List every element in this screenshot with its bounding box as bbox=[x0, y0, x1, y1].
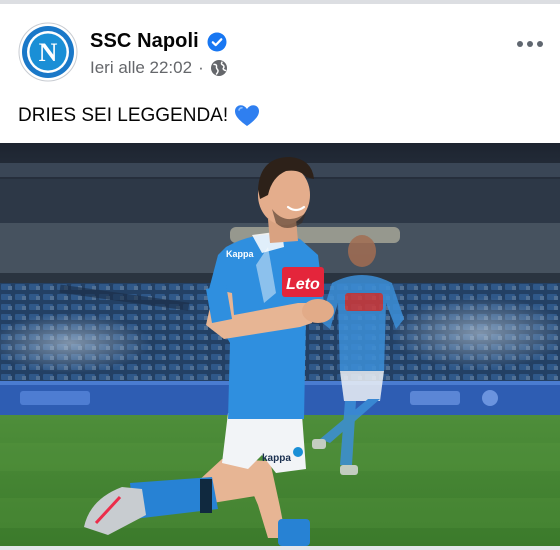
shirt-sponsor: Leto bbox=[286, 276, 320, 293]
more-options-button[interactable] bbox=[514, 34, 546, 54]
verified-badge-icon bbox=[207, 32, 227, 52]
stadium-photo: kappa Leto Kappa bbox=[0, 143, 560, 546]
svg-text:Kappa: Kappa bbox=[226, 249, 255, 259]
avatar[interactable]: N bbox=[18, 22, 78, 82]
bottom-divider bbox=[0, 546, 560, 550]
post-meta: Ieri alle 22:02 · bbox=[90, 58, 228, 78]
blue-heart-icon bbox=[235, 105, 260, 126]
more-options-icon bbox=[517, 41, 543, 47]
globe-icon[interactable] bbox=[210, 59, 228, 77]
post-timestamp[interactable]: Ieri alle 22:02 bbox=[90, 58, 192, 78]
ssc-napoli-logo-icon: N bbox=[18, 22, 78, 82]
post-photo[interactable]: kappa Leto Kappa bbox=[0, 143, 560, 546]
author-name[interactable]: SSC Napoli bbox=[90, 30, 199, 53]
post-header: N SSC Napoli Ieri alle 22:02 · DRIES SEI… bbox=[0, 4, 560, 126]
meta-separator: · bbox=[198, 58, 204, 77]
post-caption: DRIES SEI LEGGENDA! bbox=[18, 104, 260, 128]
caption-text: DRIES SEI LEGGENDA! bbox=[18, 105, 229, 126]
svg-text:kappa: kappa bbox=[262, 453, 291, 464]
logo-letter: N bbox=[39, 38, 58, 67]
